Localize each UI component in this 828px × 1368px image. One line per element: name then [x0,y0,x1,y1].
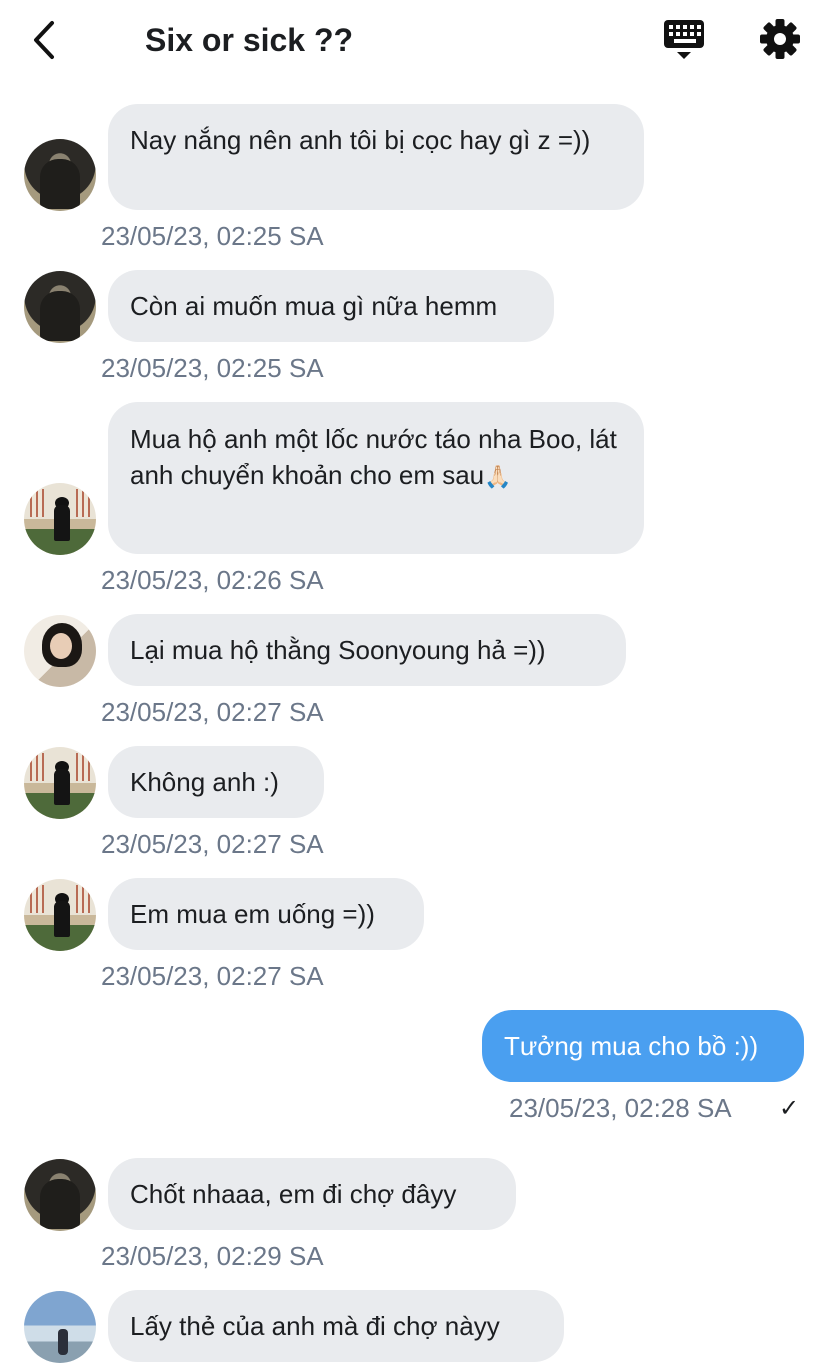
avatar[interactable] [24,139,96,211]
avatar[interactable] [24,747,96,819]
message-timestamp: 23/05/23, 02:28 SA [509,1093,732,1123]
sent-check-icon: ✓ [779,1095,800,1122]
outgoing-message-bubble[interactable]: Tưởng mua cho bồ :)) [482,1010,804,1082]
back-button[interactable] [24,16,64,64]
message-text: Mua hộ anh một lốc nước táo nha Boo, lát… [130,424,617,490]
settings-button[interactable] [756,15,804,63]
message-bubble[interactable]: Lại mua hộ thằng Soonyoung hả =)) [108,614,626,686]
message-timestamp: 23/05/23, 02:29 SA [101,1241,324,1271]
avatar[interactable] [24,483,96,555]
message-timestamp: 23/05/23, 02:27 SA [101,829,324,859]
gear-icon [760,19,800,59]
avatar[interactable] [24,615,96,687]
chat-header: Six or sick ?? [0,0,828,80]
message-bubble[interactable]: Chốt nhaaa, em đi chợ đâyy [108,1158,516,1230]
chevron-left-icon [34,21,54,59]
avatar[interactable] [24,879,96,951]
message-bubble[interactable]: Mua hộ anh một lốc nước táo nha Boo, lát… [108,402,644,554]
keyboard-icon [664,20,704,59]
avatar[interactable] [24,1159,96,1231]
avatar[interactable] [24,271,96,343]
message-bubble[interactable]: Lấy thẻ của anh mà đi chợ nàyy [108,1290,564,1362]
message-timestamp: 23/05/23, 02:25 SA [101,221,324,251]
message-timestamp: 23/05/23, 02:27 SA [101,961,324,991]
chat-title: Six or sick ?? [145,22,354,58]
message-timestamp: 23/05/23, 02:26 SA [101,565,324,595]
message-timestamp: 23/05/23, 02:25 SA [101,353,324,383]
keyboard-button[interactable] [660,16,710,64]
message-timestamp: 23/05/23, 02:27 SA [101,697,324,727]
folded-hands-emoji: 🙏🏻 [484,464,512,489]
message-bubble[interactable]: Em mua em uống =)) [108,878,424,950]
avatar[interactable] [24,1291,96,1363]
message-bubble[interactable]: Còn ai muốn mua gì nữa hemm [108,270,554,342]
message-bubble[interactable]: Nay nắng nên anh tôi bị cọc hay gì z =)) [108,104,644,210]
message-bubble[interactable]: Không anh :) [108,746,324,818]
